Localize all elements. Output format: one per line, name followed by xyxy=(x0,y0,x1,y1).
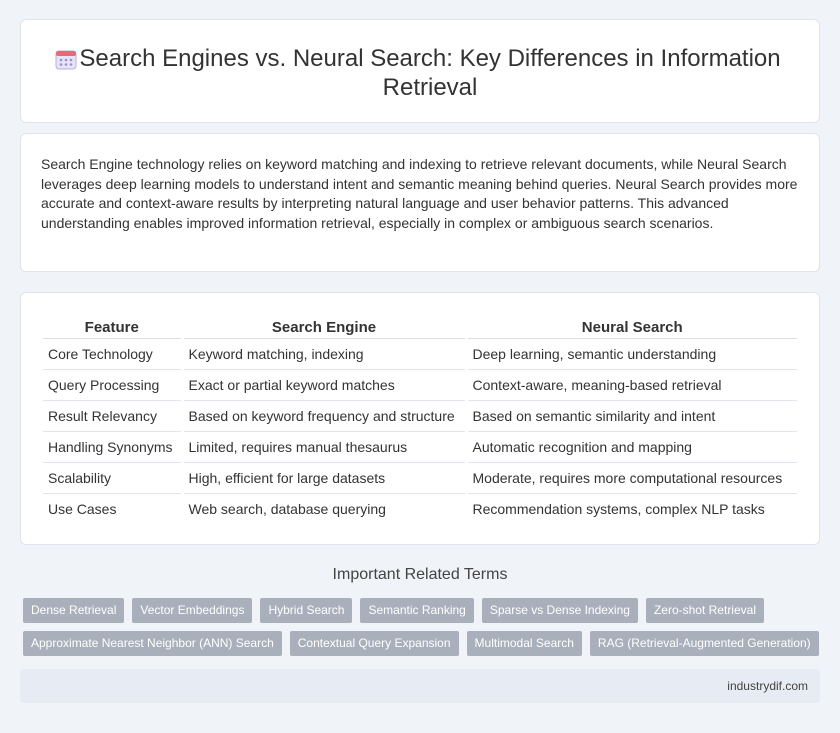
tag-ann-search[interactable]: Approximate Nearest Neighbor (ANN) Searc… xyxy=(23,631,282,656)
comparison-card: Feature Search Engine Neural Search Core… xyxy=(20,292,820,545)
feature-cell: Core Technology xyxy=(43,338,182,370)
tag-zero-shot-retrieval[interactable]: Zero-shot Retrieval xyxy=(645,598,764,623)
neural-search-cell: Automatic recognition and mapping xyxy=(464,431,797,463)
tag-semantic-ranking[interactable]: Semantic Ranking xyxy=(360,598,474,623)
table-row: Scalability High, efficient for large da… xyxy=(43,462,797,494)
title-card: Search Engines vs. Neural Search: Key Di… xyxy=(20,19,820,123)
search-engine-cell: Keyword matching, indexing xyxy=(180,338,466,370)
feature-cell: Scalability xyxy=(43,462,182,494)
tag-vector-embeddings[interactable]: Vector Embeddings xyxy=(132,598,253,623)
column-header-search-engine: Search Engine xyxy=(180,316,466,339)
tag-row: Approximate Nearest Neighbor (ANN) Searc… xyxy=(23,631,823,656)
table-row: Handling Synonyms Limited, requires manu… xyxy=(43,431,797,463)
intro-card: Search Engine technology relies on keywo… xyxy=(20,133,820,272)
tag-multimodal-search[interactable]: Multimodal Search xyxy=(466,631,582,656)
neural-search-cell: Based on semantic similarity and intent xyxy=(464,400,797,432)
related-terms-heading: Important Related Terms xyxy=(332,566,508,583)
intro-paragraph: Search Engine technology relies on keywo… xyxy=(41,156,798,231)
page-title: Search Engines vs. Neural Search: Key Di… xyxy=(79,45,781,101)
search-engine-cell: Based on keyword frequency and structure xyxy=(180,400,466,432)
comparison-table: Feature Search Engine Neural Search Core… xyxy=(43,316,797,525)
feature-cell: Use Cases xyxy=(48,501,117,518)
neural-search-cell: Context-aware, meaning-based retrieval xyxy=(464,369,797,401)
column-header-feature: Feature xyxy=(43,316,182,339)
table-row: Use Cases Web search, database querying … xyxy=(43,493,797,525)
feature-cell: Result Relevancy xyxy=(43,400,182,432)
search-engine-cell: Limited, requires manual thesaurus xyxy=(180,431,466,463)
table-row: Core Technology Keyword matching, indexi… xyxy=(43,338,797,370)
footer-site-link[interactable]: industrydif.com xyxy=(727,679,808,693)
column-header-neural-search: Neural Search xyxy=(464,316,797,339)
tag-rag[interactable]: RAG (Retrieval-Augmented Generation) xyxy=(589,631,819,656)
tag-hybrid-search[interactable]: Hybrid Search xyxy=(260,598,353,623)
related-terms-list: Dense Retrieval Vector Embeddings Hybrid… xyxy=(23,598,823,664)
neural-search-cell: Recommendation systems, complex NLP task… xyxy=(464,493,797,525)
tag-contextual-query-expansion[interactable]: Contextual Query Expansion xyxy=(289,631,459,656)
tag-sparse-vs-dense-indexing[interactable]: Sparse vs Dense Indexing xyxy=(481,598,638,623)
search-engine-cell: Web search, database querying xyxy=(180,493,466,525)
table-row: Query Processing Exact or partial keywor… xyxy=(43,369,797,401)
table-header-row: Feature Search Engine Neural Search xyxy=(43,316,797,339)
search-engine-cell: Exact or partial keyword matches xyxy=(180,369,466,401)
tag-row: Dense Retrieval Vector Embeddings Hybrid… xyxy=(23,598,823,623)
table-row: Result Relevancy Based on keyword freque… xyxy=(43,400,797,432)
tag-dense-retrieval[interactable]: Dense Retrieval xyxy=(23,598,125,623)
neural-search-cell: Moderate, requires more computational re… xyxy=(464,462,797,494)
search-engine-cell: High, efficient for large datasets xyxy=(180,462,466,494)
feature-cell: Query Processing xyxy=(43,369,182,401)
neural-search-cell: Deep learning, semantic understanding xyxy=(464,338,797,370)
feature-cell: Handling Synonyms xyxy=(43,431,182,463)
footer: industrydif.com xyxy=(20,669,820,703)
